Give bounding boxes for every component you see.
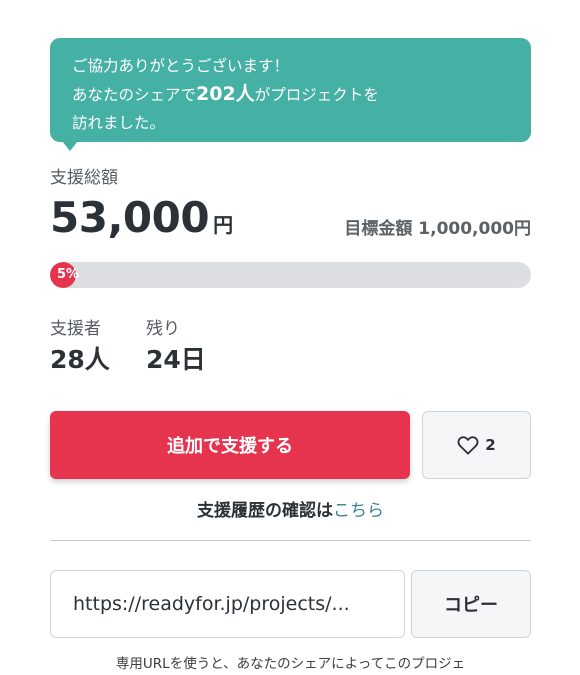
total-amount: 53,000 円 (50, 190, 233, 253)
thanks-line-2: あなたのシェアで202人がプロジェクトを (72, 80, 509, 109)
remaining-label: 残り (146, 319, 180, 339)
favorite-count: 2 (485, 436, 496, 454)
progress-percent: 5% (57, 267, 80, 282)
thanks-line-1: ご協力ありがとうございます！ (72, 57, 290, 75)
support-history-link[interactable]: こちら (333, 501, 384, 521)
progress-bar: 5% (50, 262, 531, 288)
thanks-line-3: 訪れました。 (72, 114, 166, 132)
thanks-bubble: ご協力ありがとうございます！ あなたのシェアで202人がプロジェクトを 訪れまし… (50, 38, 531, 151)
backers-label: 支援者 (50, 319, 101, 339)
share-visitor-count: 202人 (196, 83, 255, 105)
heart-icon (457, 436, 479, 455)
thanks-line-2-post: がプロジェクトを (254, 86, 379, 104)
total-amount-value: 53,000 (50, 193, 210, 242)
bubble-tail (62, 141, 78, 151)
goal-value: 1,000,000円 (418, 219, 531, 239)
backers-value: 28人 (50, 345, 110, 374)
copy-url-button[interactable]: コピー (411, 570, 531, 638)
total-label: 支援総額 (50, 168, 118, 188)
support-history-text: 支援履歴の確認は (197, 501, 333, 521)
goal-label: 目標金額 (344, 219, 413, 239)
remaining-value: 24日 (146, 345, 206, 374)
share-note: 専用URLを使うと、あなたのシェアによってこのプロジェ (115, 656, 466, 672)
thanks-line-2-pre: あなたのシェアで (72, 86, 197, 104)
goal-amount: 目標金額 1,000,000円 (344, 214, 531, 239)
favorite-button[interactable]: 2 (422, 411, 531, 479)
divider (50, 540, 531, 541)
currency-unit: 円 (213, 213, 233, 237)
support-again-button[interactable]: 追加で支援する (50, 411, 410, 479)
share-url-field[interactable]: https://readyfor.jp/projects/... (50, 570, 405, 638)
support-history: 支援履歴の確認はこちら (50, 496, 531, 521)
